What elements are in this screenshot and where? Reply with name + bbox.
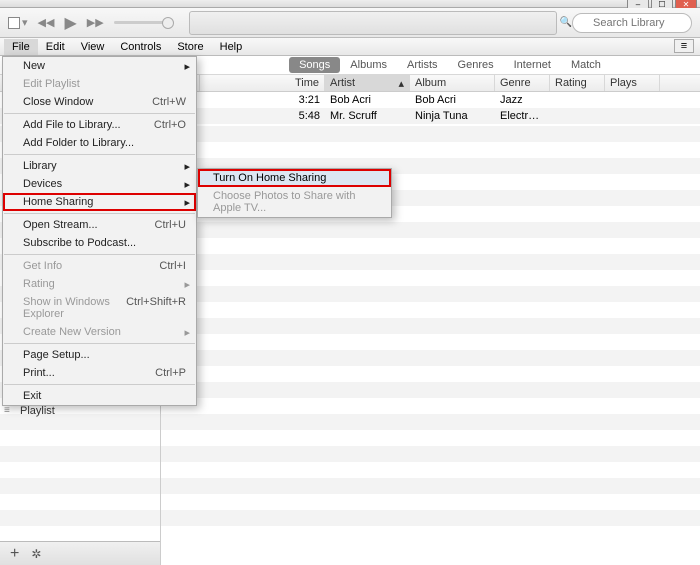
cell-genre: Electronic bbox=[495, 110, 550, 122]
menuitem-rating: Rating▸ bbox=[3, 275, 196, 293]
col-rating[interactable]: Rating bbox=[550, 75, 605, 91]
col-album[interactable]: Album bbox=[410, 75, 495, 91]
cell-album: Ninja Tuna bbox=[410, 110, 495, 122]
menu-help[interactable]: Help bbox=[212, 39, 251, 55]
menuitem-edit-playlist: Edit Playlist bbox=[3, 75, 196, 93]
sort-asc-icon: ▴ bbox=[398, 77, 404, 90]
menuitem-devices[interactable]: Devices▸ bbox=[3, 175, 196, 193]
gear-button[interactable]: ✲ bbox=[31, 547, 41, 561]
menuitem-home-sharing[interactable]: Home Sharing▸ bbox=[3, 193, 196, 211]
cell-genre: Jazz bbox=[495, 94, 550, 106]
menuitem-subscribe-to-podcast[interactable]: Subscribe to Podcast... bbox=[3, 234, 196, 252]
cell-time: 5:48 bbox=[200, 110, 325, 122]
next-button[interactable]: ▶▶ bbox=[87, 16, 104, 29]
lcd-display bbox=[189, 11, 557, 35]
tab-genres[interactable]: Genres bbox=[448, 57, 504, 73]
menu-store[interactable]: Store bbox=[169, 39, 211, 55]
bottom-bar: + ✲ bbox=[0, 541, 160, 565]
cell-album: Bob Acri bbox=[410, 94, 495, 106]
menuitem-add-folder-to-library[interactable]: Add Folder to Library... bbox=[3, 134, 196, 152]
file-menu: New▸Edit PlaylistClose WindowCtrl+W Add F… bbox=[2, 56, 197, 406]
dropdown-icon[interactable]: ▾ bbox=[22, 16, 28, 29]
menuitem-create-new-version: Create New Version▸ bbox=[3, 323, 196, 341]
chevron-right-icon: ▸ bbox=[184, 196, 190, 209]
col-artist[interactable]: Artist ▴ bbox=[325, 75, 410, 91]
toolbar: ▾ ◀◀ ▶ ▶▶ 🔍 bbox=[0, 8, 700, 38]
submenuitem-turn-on-home-sharing[interactable]: Turn On Home Sharing bbox=[198, 169, 391, 187]
cell-artist: Mr. Scruff bbox=[325, 110, 410, 122]
menu-edit[interactable]: Edit bbox=[38, 39, 73, 55]
menuitem-add-file-to-library[interactable]: Add File to Library...Ctrl+O bbox=[3, 116, 196, 134]
chevron-right-icon: ▸ bbox=[184, 160, 190, 173]
search-icon: 🔍 bbox=[560, 17, 572, 28]
menu-view[interactable]: View bbox=[73, 39, 113, 55]
menubar: FileEditViewControlsStoreHelp ≡ bbox=[0, 38, 700, 56]
cell-time: 3:21 bbox=[200, 94, 325, 106]
sidebar-item-label: Playlist bbox=[20, 405, 55, 417]
play-button[interactable]: ▶ bbox=[64, 13, 76, 33]
col-time[interactable]: Time bbox=[200, 75, 325, 91]
tab-internet[interactable]: Internet bbox=[504, 57, 561, 73]
menuitem-print[interactable]: Print...Ctrl+P bbox=[3, 364, 196, 382]
tab-albums[interactable]: Albums bbox=[340, 57, 397, 73]
menuitem-new[interactable]: New▸ bbox=[3, 57, 196, 75]
search-input[interactable] bbox=[572, 13, 692, 33]
miniplayer-toggle[interactable] bbox=[8, 17, 20, 29]
col-genre[interactable]: Genre bbox=[495, 75, 550, 91]
col-plays[interactable]: Plays bbox=[605, 75, 660, 91]
menuitem-close-window[interactable]: Close WindowCtrl+W bbox=[3, 93, 196, 111]
menuitem-get-info: Get InfoCtrl+I bbox=[3, 257, 196, 275]
menuitem-library[interactable]: Library▸ bbox=[3, 157, 196, 175]
menuitem-open-stream[interactable]: Open Stream...Ctrl+U bbox=[3, 216, 196, 234]
chevron-right-icon: ▸ bbox=[184, 278, 190, 291]
volume-slider[interactable] bbox=[114, 21, 174, 24]
submenuitem-choose-photos-to-share-with-apple-tv: Choose Photos to Share with Apple TV... bbox=[198, 187, 391, 217]
playlist-icon: ≡ bbox=[4, 405, 10, 416]
tab-artists[interactable]: Artists bbox=[397, 57, 448, 73]
cell-artist: Bob Acri bbox=[325, 94, 410, 106]
tab-songs[interactable]: Songs bbox=[289, 57, 340, 73]
menuitem-exit[interactable]: Exit bbox=[3, 387, 196, 405]
menu-controls[interactable]: Controls bbox=[112, 39, 169, 55]
chevron-right-icon: ▸ bbox=[184, 326, 190, 339]
list-view-button[interactable]: ≡ bbox=[674, 39, 694, 53]
home-sharing-submenu: Turn On Home SharingChoose Photos to Sha… bbox=[197, 168, 392, 218]
chevron-right-icon: ▸ bbox=[184, 178, 190, 191]
prev-button[interactable]: ◀◀ bbox=[38, 16, 55, 29]
add-playlist-button[interactable]: + bbox=[10, 545, 19, 563]
menuitem-show-in-windows-explorer: Show in Windows ExplorerCtrl+Shift+R bbox=[3, 293, 196, 323]
tab-match[interactable]: Match bbox=[561, 57, 611, 73]
chevron-right-icon: ▸ bbox=[184, 60, 190, 73]
menu-file[interactable]: File bbox=[4, 39, 38, 55]
menuitem-page-setup[interactable]: Page Setup... bbox=[3, 346, 196, 364]
